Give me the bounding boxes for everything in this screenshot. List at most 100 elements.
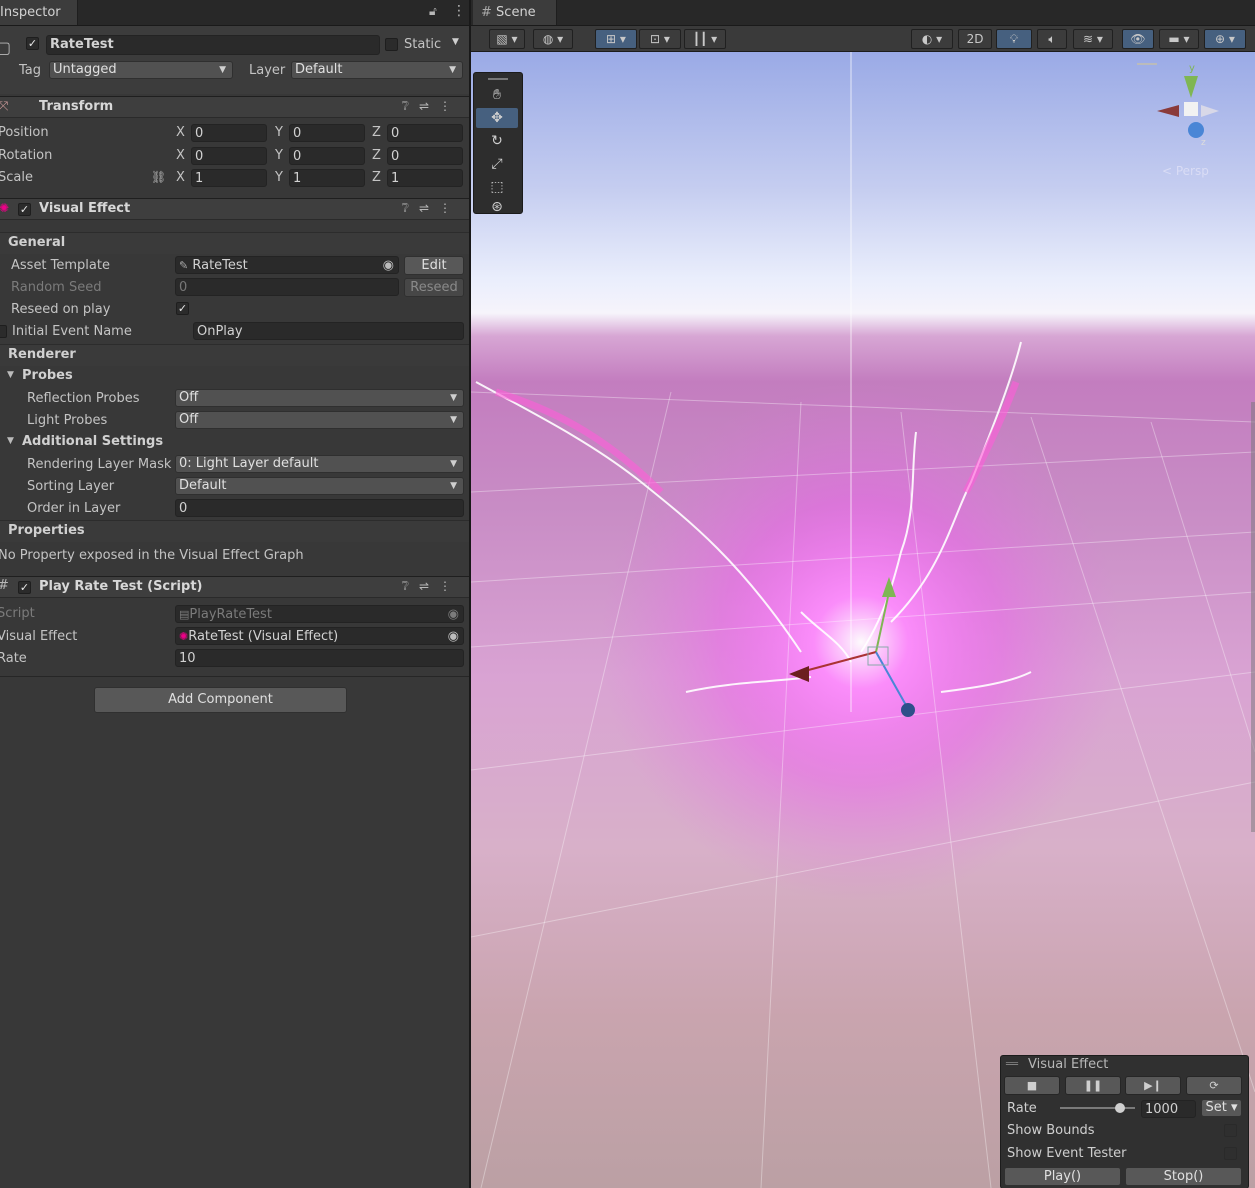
visual-effect-header[interactable]: ✺ ✓ Visual Effect ❔︎⇌⋮: [0, 198, 469, 220]
show-event-tester-checkbox[interactable]: [1224, 1147, 1237, 1160]
preset-icon[interactable]: ⇌: [419, 579, 439, 593]
gizmos-button[interactable]: ⊕ ▾: [1204, 29, 1246, 49]
scale-z-input[interactable]: 1: [387, 169, 463, 187]
scene-viewport[interactable]: ✋︎ ✥ ↻ ⤢ ⬚ ⊛ y z < Persp ══ Visual Effec…: [471, 52, 1255, 1188]
more-menu-icon[interactable]: ⋮: [439, 579, 461, 593]
position-z-input[interactable]: 0: [387, 124, 463, 142]
more-menu-icon[interactable]: ⋮: [439, 201, 461, 215]
lock-icon[interactable]: 🔓︎: [429, 4, 437, 19]
layer-dropdown[interactable]: Default ▼: [291, 61, 463, 79]
rate-slider-track[interactable]: [1060, 1103, 1135, 1113]
object-name-input[interactable]: RateTest: [46, 35, 380, 55]
static-checkbox[interactable]: [385, 38, 398, 51]
pause-button[interactable]: ❚❚: [1065, 1076, 1121, 1095]
edit-button[interactable]: Edit: [404, 256, 464, 275]
stop-control-button[interactable]: ■: [1004, 1076, 1060, 1095]
effects-button[interactable]: ≋ ▾: [1073, 29, 1113, 49]
play-rate-test-header[interactable]: # ✓ Play Rate Test (Script) ❔︎⇌⋮: [0, 576, 469, 598]
grid-visibility-button[interactable]: ⊡ ▾: [639, 29, 681, 49]
grid-snap-button[interactable]: ⊞ ▾: [595, 29, 637, 49]
set-button[interactable]: Set ▾: [1201, 1099, 1242, 1117]
tag-dropdown[interactable]: Untagged ▼: [49, 61, 233, 79]
rotate-tool-icon[interactable]: ↻: [476, 131, 518, 151]
visual-effect-ref-field[interactable]: ✺RateTest (Visual Effect) ◉: [175, 627, 464, 645]
preset-icon[interactable]: ⇌: [419, 201, 439, 215]
rotation-x-input[interactable]: 0: [191, 147, 267, 165]
play-rate-test-enabled-checkbox[interactable]: ✓: [18, 581, 31, 594]
scale-y-input[interactable]: 1: [289, 169, 365, 187]
tab-inspector[interactable]: Inspector: [0, 0, 78, 25]
render-mode-button[interactable]: ◍ ▾: [533, 29, 573, 49]
show-bounds-checkbox[interactable]: [1224, 1124, 1237, 1137]
hidden-objects-button[interactable]: 👁︎: [1122, 29, 1154, 49]
position-x-input[interactable]: 0: [191, 124, 267, 142]
help-icon[interactable]: ❔︎: [402, 201, 419, 215]
rotation-y-input[interactable]: 0: [289, 147, 365, 165]
play-function-button[interactable]: Play(): [1004, 1167, 1121, 1186]
camera-button[interactable]: ▬ ▾: [1159, 29, 1199, 49]
scale-x-input[interactable]: 1: [191, 169, 267, 187]
preset-icon[interactable]: ⇌: [419, 99, 439, 113]
rate-slider-thumb[interactable]: [1115, 1103, 1125, 1113]
more-menu-icon[interactable]: ⋮: [452, 3, 466, 19]
grid-snap-icon: ⊞ ▾: [606, 32, 626, 46]
move-tool-icon[interactable]: ✥: [476, 108, 518, 128]
component-header-icons: ❔︎⇌⋮: [402, 201, 461, 216]
gizmo-neg-x-cone[interactable]: [1201, 105, 1219, 117]
help-icon[interactable]: ❔︎: [402, 99, 419, 113]
gizmo-x-cone[interactable]: [1157, 105, 1179, 117]
shading-button[interactable]: ◐ ▾: [911, 29, 953, 49]
transform-header[interactable]: ⤧ Transform ❔︎⇌⋮: [0, 96, 469, 118]
light-probes-dropdown[interactable]: Off ▼: [175, 411, 464, 429]
foldout-expanded-icon[interactable]: ▼: [7, 436, 14, 446]
foldout-expanded-icon[interactable]: ▼: [7, 370, 14, 380]
drag-handle-icon[interactable]: ══: [1006, 1059, 1018, 1070]
rect-tool-icon[interactable]: ⬚: [476, 177, 518, 197]
audio-toggle-button[interactable]: 🔈︎: [1037, 29, 1067, 49]
stop-function-button[interactable]: Stop(): [1125, 1167, 1242, 1186]
asset-template-field[interactable]: ✎ RateTest ◉: [175, 256, 399, 274]
mode-2d-button[interactable]: 2D: [958, 29, 992, 49]
script-label: Script: [0, 606, 35, 621]
static-dropdown-icon[interactable]: ▼: [452, 37, 459, 47]
restart-button[interactable]: ⟳: [1186, 1076, 1242, 1095]
sorting-layer-dropdown[interactable]: Default ▼: [175, 477, 464, 495]
additional-settings-foldout[interactable]: Additional Settings: [22, 434, 163, 449]
object-active-checkbox[interactable]: ✓: [26, 37, 39, 50]
gizmo-handle[interactable]: [1137, 63, 1157, 65]
tab-scene[interactable]: # Scene: [473, 0, 557, 25]
step-button[interactable]: ▶❙: [1125, 1076, 1181, 1095]
palette-grip[interactable]: [488, 78, 508, 80]
scale-tool-icon[interactable]: ⤢: [476, 154, 518, 174]
constrain-proportions-icon[interactable]: ⛓︎: [151, 170, 166, 184]
gizmo-z-cone[interactable]: [1188, 122, 1204, 138]
rotation-z-input[interactable]: 0: [387, 147, 463, 165]
add-component-button[interactable]: Add Component: [94, 687, 347, 713]
orientation-gizmo[interactable]: y z < Persp: [1137, 58, 1251, 178]
properties-section: Properties: [0, 520, 469, 542]
increment-snap-button[interactable]: ┃┃ ▾: [684, 29, 726, 49]
visual-effect-enabled-checkbox[interactable]: ✓: [18, 203, 31, 216]
gizmo-center-cube[interactable]: [1184, 102, 1198, 116]
reseed-on-play-checkbox[interactable]: ✓: [176, 302, 189, 315]
probes-foldout[interactable]: Probes: [22, 368, 73, 383]
order-in-layer-input[interactable]: 0: [175, 499, 464, 517]
projection-label[interactable]: < Persp: [1162, 164, 1209, 178]
object-picker-icon[interactable]: ◉: [383, 257, 394, 273]
rate-input[interactable]: 10: [175, 649, 464, 667]
object-picker-icon[interactable]: ◉: [448, 628, 459, 644]
gizmo-y-cone[interactable]: [1184, 76, 1198, 98]
position-y-input[interactable]: 0: [289, 124, 365, 142]
lighting-toggle-button[interactable]: 💡︎: [996, 29, 1032, 49]
initial-event-input[interactable]: OnPlay: [193, 322, 464, 340]
hand-tool-icon[interactable]: ✋︎: [476, 85, 518, 105]
transform-tool-icon[interactable]: ⊛: [476, 197, 518, 217]
overlay-rate-input[interactable]: 1000: [1141, 1100, 1196, 1118]
viewport-scrollbar[interactable]: [1251, 402, 1255, 832]
rendering-layer-mask-dropdown[interactable]: 0: Light Layer default ▼: [175, 455, 464, 473]
reflection-probes-dropdown[interactable]: Off ▼: [175, 389, 464, 407]
draw-mode-button[interactable]: ▧ ▾: [489, 29, 525, 49]
help-icon[interactable]: ❔︎: [402, 579, 419, 593]
initial-event-checkbox[interactable]: [0, 325, 7, 338]
more-menu-icon[interactable]: ⋮: [439, 99, 461, 113]
